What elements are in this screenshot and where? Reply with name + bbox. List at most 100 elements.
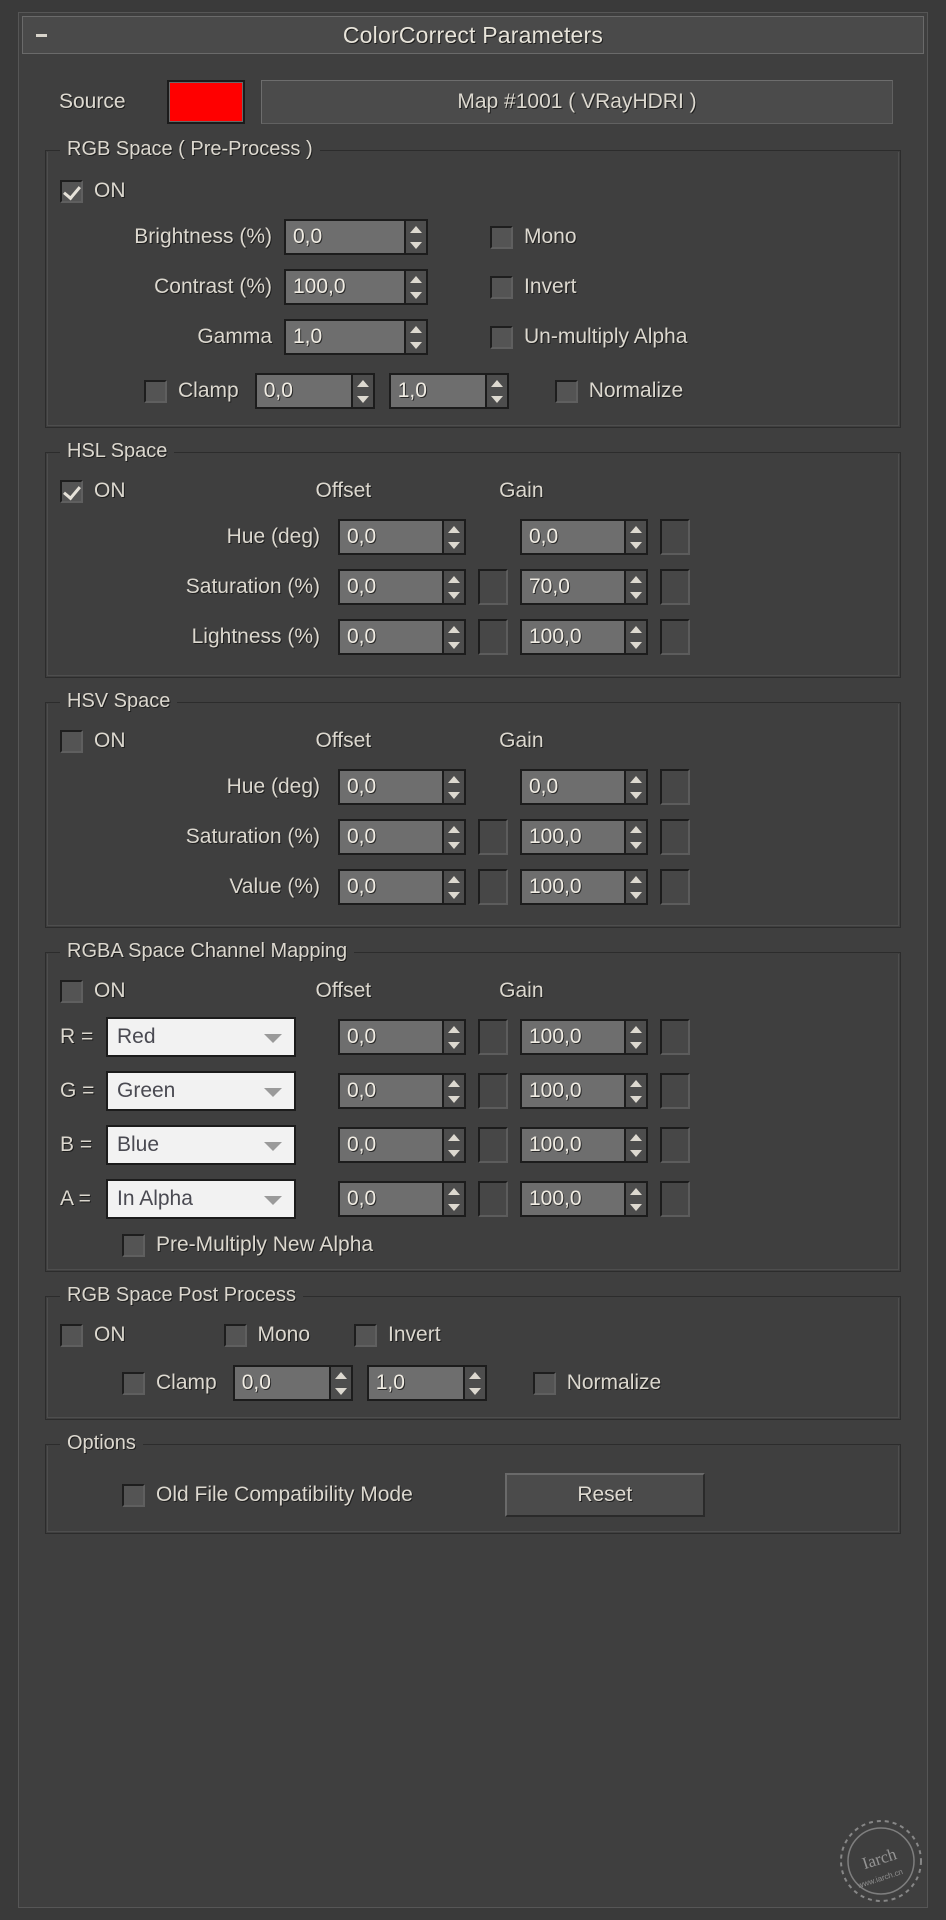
rgba-green-gain-map-button[interactable] bbox=[660, 1073, 690, 1109]
hsl-lightness-offset-spinner[interactable]: 0,0 bbox=[338, 619, 466, 655]
unmultiply-alpha-row[interactable]: Un-multiply Alpha bbox=[490, 325, 687, 349]
rgb-post-clamp-min-spin[interactable] bbox=[328, 1365, 353, 1401]
rgba-red-gain-input[interactable]: 100,0 bbox=[520, 1019, 624, 1055]
source-color-swatch[interactable] bbox=[167, 80, 245, 124]
hsv-value-offset-input[interactable]: 0,0 bbox=[338, 869, 442, 905]
rgb-pre-on-checkbox[interactable] bbox=[60, 179, 83, 203]
rgba-green-offset-spinner[interactable]: 0,0 bbox=[338, 1073, 466, 1109]
rgb-pre-clamp-max-input[interactable]: 1,0 bbox=[388, 373, 485, 409]
brightness-spin-buttons[interactable] bbox=[404, 219, 428, 255]
rgba-red-offset-map-button[interactable] bbox=[478, 1019, 508, 1055]
rgb-post-clamp-max-input[interactable]: 1,0 bbox=[366, 1365, 463, 1401]
rgb-pre-clamp-max-spinner[interactable]: 1,0 bbox=[388, 373, 509, 409]
rgb-pre-clamp-min-input[interactable]: 0,0 bbox=[254, 373, 351, 409]
rgb-pre-clamp-min-spin[interactable] bbox=[350, 373, 375, 409]
hsv-hue-gain-input[interactable]: 0,0 bbox=[520, 769, 624, 805]
hsv-saturation-offset-spin[interactable] bbox=[442, 819, 466, 855]
hsv-hue-offset-spin[interactable] bbox=[442, 769, 466, 805]
rgba-red-offset-spinner[interactable]: 0,0 bbox=[338, 1019, 466, 1055]
rgba-green-gain-spinner[interactable]: 100,0 bbox=[520, 1073, 648, 1109]
rgba-alpha-gain-map-button[interactable] bbox=[660, 1181, 690, 1217]
rgb-post-clamp-max-spin[interactable] bbox=[462, 1365, 487, 1401]
rgb-pre-clamp-min-spinner[interactable]: 0,0 bbox=[254, 373, 375, 409]
hsl-hue-offset-spin[interactable] bbox=[442, 519, 466, 555]
rgba-alpha-offset-map-button[interactable] bbox=[478, 1181, 508, 1217]
rgba-red-gain-map-button[interactable] bbox=[660, 1019, 690, 1055]
invert-row[interactable]: Invert bbox=[490, 275, 577, 299]
rgb-pre-on-row[interactable]: ON bbox=[60, 179, 886, 203]
hsv-value-offset-spin[interactable] bbox=[442, 869, 466, 905]
minus-icon[interactable] bbox=[31, 26, 51, 44]
rgba-blue-gain-map-button[interactable] bbox=[660, 1127, 690, 1163]
rgba-red-gain-spin[interactable] bbox=[624, 1019, 648, 1055]
rgb-pre-clamp-checkbox[interactable] bbox=[144, 379, 167, 403]
rgba-red-offset-spin[interactable] bbox=[442, 1019, 466, 1055]
hsv-value-gain-spinner[interactable]: 100,0 bbox=[520, 869, 648, 905]
rgb-post-clamp-checkbox[interactable] bbox=[122, 1371, 145, 1395]
rgba-alpha-gain-spin[interactable] bbox=[624, 1181, 648, 1217]
hsl-hue-gain-input[interactable]: 0,0 bbox=[520, 519, 624, 555]
rgba-red-offset-input[interactable]: 0,0 bbox=[338, 1019, 442, 1055]
rgba-blue-offset-map-button[interactable] bbox=[478, 1127, 508, 1163]
hsl-saturation-gain-map-button[interactable] bbox=[660, 569, 690, 605]
hsv-saturation-gain-map-button[interactable] bbox=[660, 819, 690, 855]
hsv-hue-gain-spinner[interactable]: 0,0 bbox=[520, 769, 648, 805]
rgba-blue-offset-spinner[interactable]: 0,0 bbox=[338, 1127, 466, 1163]
rgb-post-clamp-min-spinner[interactable]: 0,0 bbox=[232, 1365, 353, 1401]
hsl-lightness-offset-map-button[interactable] bbox=[478, 619, 508, 655]
hsl-hue-gain-spinner[interactable]: 0,0 bbox=[520, 519, 648, 555]
hsl-lightness-gain-spin[interactable] bbox=[624, 619, 648, 655]
rgba-blue-gain-input[interactable]: 100,0 bbox=[520, 1127, 624, 1163]
hsv-hue-offset-spinner[interactable]: 0,0 bbox=[338, 769, 466, 805]
contrast-input[interactable]: 100,0 bbox=[284, 269, 404, 305]
hsl-hue-gain-map-button[interactable] bbox=[660, 519, 690, 555]
rgb-pre-normalize-checkbox[interactable] bbox=[554, 379, 578, 403]
hsv-value-gain-spin[interactable] bbox=[624, 869, 648, 905]
brightness-input[interactable]: 0,0 bbox=[284, 219, 404, 255]
rgb-post-on-checkbox[interactable] bbox=[60, 1323, 83, 1347]
hsv-saturation-gain-input[interactable]: 100,0 bbox=[520, 819, 624, 855]
gamma-input[interactable]: 1,0 bbox=[284, 319, 404, 355]
hsl-saturation-gain-input[interactable]: 70,0 bbox=[520, 569, 624, 605]
reset-button[interactable]: Reset bbox=[504, 1473, 705, 1517]
hsv-saturation-gain-spinner[interactable]: 100,0 bbox=[520, 819, 648, 855]
premultiply-alpha-checkbox[interactable] bbox=[122, 1233, 145, 1257]
rgb-post-invert-checkbox[interactable] bbox=[354, 1323, 378, 1347]
rgba-alpha-offset-spin[interactable] bbox=[442, 1181, 466, 1217]
rgba-blue-channel-dropdown[interactable]: Blue bbox=[106, 1125, 296, 1165]
hsv-saturation-offset-spinner[interactable]: 0,0 bbox=[338, 819, 466, 855]
hsl-saturation-offset-input[interactable]: 0,0 bbox=[338, 569, 442, 605]
hsl-hue-offset-input[interactable]: 0,0 bbox=[338, 519, 442, 555]
hsv-hue-gain-spin[interactable] bbox=[624, 769, 648, 805]
rgb-pre-clamp-max-spin[interactable] bbox=[484, 373, 509, 409]
rgba-red-gain-spinner[interactable]: 100,0 bbox=[520, 1019, 648, 1055]
hsl-saturation-gain-spinner[interactable]: 70,0 bbox=[520, 569, 648, 605]
hsv-hue-offset-input[interactable]: 0,0 bbox=[338, 769, 442, 805]
hsv-hue-gain-map-button[interactable] bbox=[660, 769, 690, 805]
rgba-blue-offset-spin[interactable] bbox=[442, 1127, 466, 1163]
hsv-saturation-gain-spin[interactable] bbox=[624, 819, 648, 855]
old-file-compatibility-checkbox[interactable] bbox=[122, 1483, 145, 1507]
rgba-blue-gain-spinner[interactable]: 100,0 bbox=[520, 1127, 648, 1163]
rgba-blue-gain-spin[interactable] bbox=[624, 1127, 648, 1163]
rgba-red-channel-dropdown[interactable]: Red bbox=[106, 1017, 296, 1057]
source-map-button[interactable]: Map #1001 ( VRayHDRI ) bbox=[261, 80, 893, 124]
hsl-saturation-offset-spinner[interactable]: 0,0 bbox=[338, 569, 466, 605]
hsl-saturation-offset-map-button[interactable] bbox=[478, 569, 508, 605]
invert-checkbox[interactable] bbox=[490, 275, 513, 299]
premultiply-alpha-row[interactable]: Pre-Multiply New Alpha bbox=[60, 1233, 886, 1257]
rgb-post-normalize-checkbox[interactable] bbox=[532, 1371, 556, 1395]
hsl-lightness-gain-input[interactable]: 100,0 bbox=[520, 619, 624, 655]
mono-row[interactable]: Mono bbox=[490, 225, 577, 249]
hsl-lightness-gain-spinner[interactable]: 100,0 bbox=[520, 619, 648, 655]
rgb-post-mono-checkbox[interactable] bbox=[223, 1323, 247, 1347]
rgba-blue-offset-input[interactable]: 0,0 bbox=[338, 1127, 442, 1163]
rgb-post-clamp-max-spinner[interactable]: 1,0 bbox=[366, 1365, 487, 1401]
gamma-spinner[interactable]: 1,0 bbox=[284, 319, 428, 355]
mono-checkbox[interactable] bbox=[490, 225, 513, 249]
rgba-green-gain-input[interactable]: 100,0 bbox=[520, 1073, 624, 1109]
rgba-green-offset-spin[interactable] bbox=[442, 1073, 466, 1109]
rgba-green-channel-dropdown[interactable]: Green bbox=[106, 1071, 296, 1111]
hsv-value-offset-map-button[interactable] bbox=[478, 869, 508, 905]
hsl-hue-offset-spinner[interactable]: 0,0 bbox=[338, 519, 466, 555]
